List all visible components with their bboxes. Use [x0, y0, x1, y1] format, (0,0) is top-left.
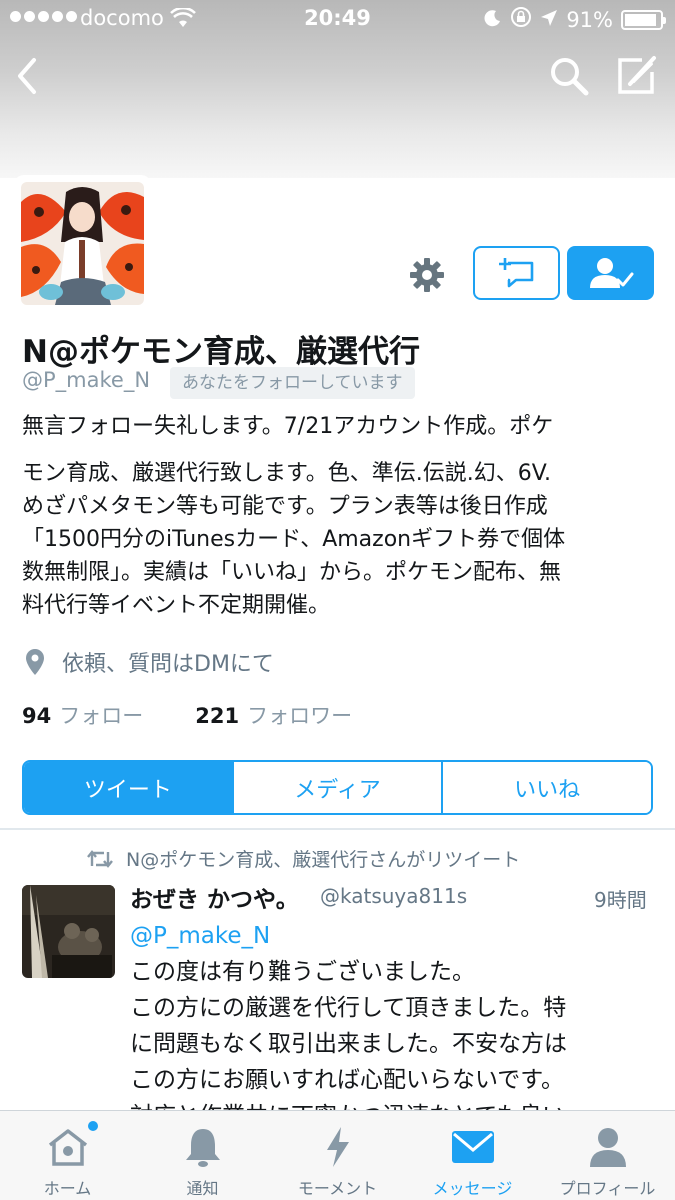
chevron-left-icon — [18, 58, 36, 94]
tabbar-label: プロフィール — [559, 1179, 656, 1198]
tab-likes[interactable]: いいね — [441, 762, 651, 813]
search-icon — [551, 58, 589, 96]
profile-location: 依頼、質問はDMにて — [24, 646, 274, 678]
bio-line: モン育成、厳選代行致します。色、準伝.伝説.幻、6V. — [22, 461, 551, 486]
status-bar: docomo 20:49 91% — [0, 0, 675, 38]
direct-message-button[interactable] — [473, 246, 560, 300]
tweet-author-name[interactable]: おぜき かつや。 — [130, 880, 299, 914]
following-count: 94 — [22, 704, 52, 728]
tweet-mention[interactable]: @P_make_N — [130, 918, 655, 954]
tabbar-notifications[interactable]: 通知 — [135, 1111, 270, 1200]
tabbar-label: 通知 — [186, 1179, 219, 1198]
tweet-author-avatar[interactable] — [22, 885, 115, 978]
tweet-line: に問題もなく取引出来ました。不安な方は — [130, 1031, 567, 1057]
profile-tabs: ツイート メディア いいね — [22, 760, 653, 815]
profile-stats: 94 フォロー 221 フォロワー — [22, 700, 352, 730]
avatar-image — [21, 182, 144, 305]
bio-line: 数無制限」。実績は「いいね」から。ポケモン配布、無 — [22, 560, 562, 585]
profile-bio: 無言フォロー失礼します。7/21アカウント作成。ポケ モン育成、厳選代行致します… — [22, 410, 662, 622]
followers-count: 221 — [195, 704, 240, 728]
location-arrow-icon — [540, 8, 558, 32]
person-check-icon — [589, 258, 633, 288]
home-icon — [48, 1129, 87, 1166]
bell-icon — [185, 1129, 220, 1167]
followers-label: フォロワー — [247, 704, 353, 728]
battery-percent: 91% — [566, 7, 613, 32]
compose-button[interactable] — [612, 52, 660, 100]
tweet-line: この方にの厳選を代行して頂きました。特 — [130, 995, 567, 1021]
divider — [0, 828, 675, 830]
compose-icon — [618, 56, 656, 94]
tweet-line: この方にお願いすれば心配いらないです。 — [130, 1067, 565, 1093]
following-button[interactable] — [567, 246, 654, 300]
tab-media[interactable]: メディア — [231, 762, 442, 813]
tabbar-label: メッセージ — [432, 1179, 513, 1198]
tabbar-label: モーメント — [297, 1179, 378, 1198]
search-button[interactable] — [548, 55, 590, 97]
tweet-text[interactable]: @P_make_N この度は有り難うございました。 この方にの厳選を代行して頂き… — [130, 918, 655, 1134]
tabbar-moments[interactable]: モーメント — [270, 1111, 405, 1200]
following-stat[interactable]: 94 フォロー — [22, 700, 143, 730]
tabbar-profile[interactable]: プロフィール — [540, 1111, 675, 1200]
bio-line: 料代行等イベント不定期開催。 — [22, 593, 331, 618]
follows-you-badge: あなたをフォローしています — [170, 367, 415, 399]
moon-icon — [484, 8, 502, 32]
tabbar-messages[interactable]: メッセージ — [405, 1111, 540, 1200]
lightning-icon — [326, 1127, 349, 1167]
followers-stat[interactable]: 221 フォロワー — [195, 700, 352, 730]
message-plus-icon — [498, 258, 533, 288]
tabbar-label: ホーム — [43, 1179, 92, 1198]
following-label: フォロー — [59, 704, 144, 728]
bio-line: めざパメタモン等も可能です。プラン表等は後日作成 — [22, 494, 548, 519]
tweet-timestamp: 9時間 — [594, 888, 647, 912]
mail-icon — [451, 1131, 494, 1163]
tweet-author-handle: @katsuya811s — [320, 884, 468, 908]
location-pin-icon — [26, 649, 44, 675]
tabbar-home[interactable]: ホーム — [0, 1111, 135, 1200]
tweet-line: この度は有り難うございました。 — [130, 959, 475, 985]
settings-button[interactable] — [405, 253, 449, 297]
retweet-icon — [87, 849, 113, 868]
tab-tweets[interactable]: ツイート — [24, 762, 232, 813]
person-icon — [589, 1128, 626, 1167]
retweet-indicator: N@ポケモン育成、厳選代行さんがリツイート — [86, 845, 520, 872]
gear-icon — [410, 258, 444, 292]
rotation-lock-icon — [510, 6, 532, 33]
location-text: 依頼、質問はDMにて — [62, 652, 274, 677]
profile-name: N@ポケモン育成、厳選代行 — [22, 334, 420, 370]
tweet-avatar-image — [22, 885, 115, 978]
back-button[interactable] — [8, 52, 48, 100]
retweet-text: N@ポケモン育成、厳選代行さんがリツイート — [126, 849, 521, 871]
notification-dot — [87, 1121, 98, 1131]
profile-handle: @P_make_N — [22, 368, 151, 392]
profile-avatar[interactable] — [14, 175, 151, 312]
battery-icon — [621, 9, 666, 30]
bottom-tab-bar: ホーム 通知 モーメント メッセージ プロフィール — [0, 1110, 675, 1200]
bio-line: 「1500円分のiTunesカード、Amazonギフト券で個体 — [22, 527, 566, 552]
bio-line: 無言フォロー失礼します。7/21アカウント作成。ポケ — [22, 414, 554, 439]
